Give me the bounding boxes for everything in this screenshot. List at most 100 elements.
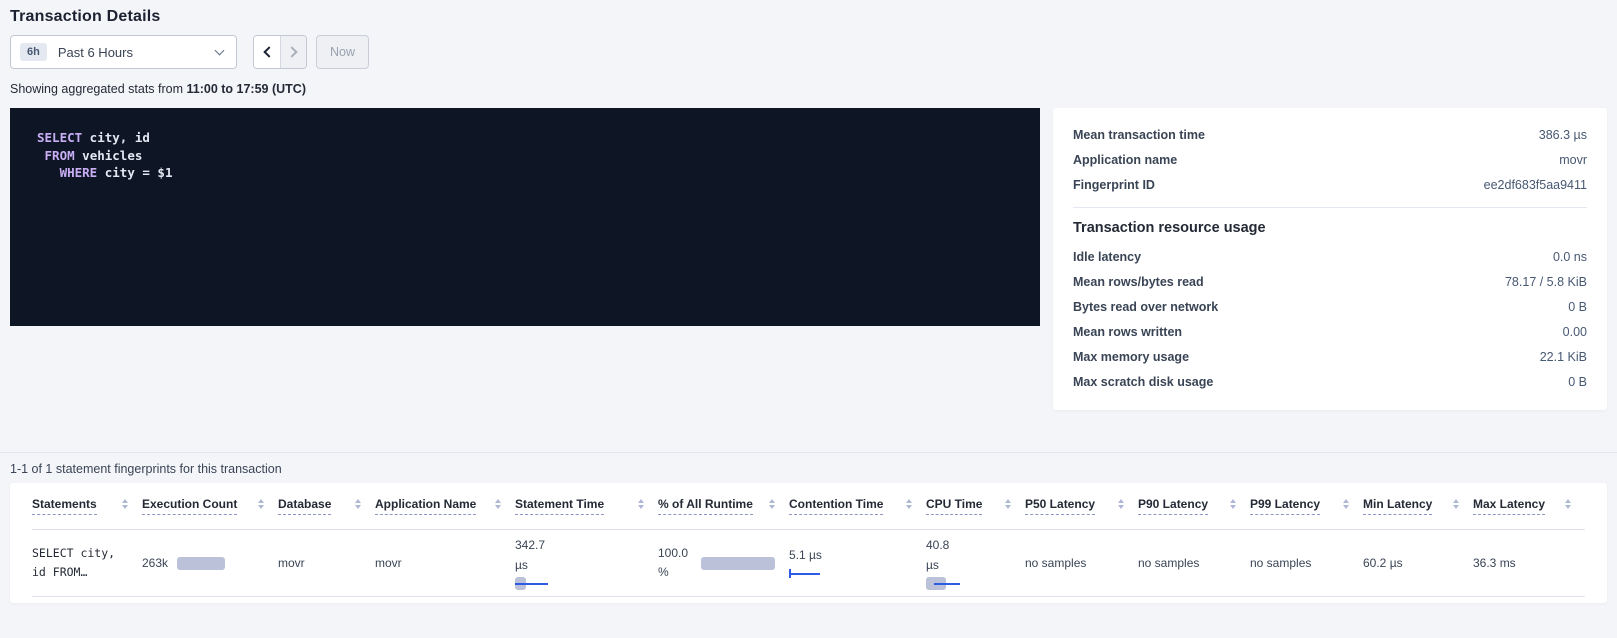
sort-icon[interactable]	[1453, 499, 1459, 509]
time-range-label: Past 6 Hours	[58, 45, 205, 60]
column-header-application-name[interactable]: Application Name	[375, 497, 515, 529]
cell-max-latency: 36.3 ms	[1473, 556, 1585, 570]
sql-keyword: SELECT	[37, 130, 82, 145]
column-header-p90-latency[interactable]: P90 Latency	[1138, 497, 1250, 529]
now-button[interactable]: Now	[316, 35, 369, 69]
resource-row-idle-latency: Idle latency 0.0 ns	[1073, 244, 1587, 269]
column-header-percent-of-all-runtime[interactable]: % of All Runtime	[658, 497, 789, 529]
sort-icon[interactable]	[638, 499, 644, 509]
cell-percent-of-all-runtime: 100.0 %	[658, 544, 789, 583]
resource-row-max-scratch-disk-usage: Max scratch disk usage 0 B	[1073, 369, 1587, 394]
time-range-dropdown[interactable]: 6h Past 6 Hours	[10, 35, 237, 69]
sql-keyword: FROM	[45, 148, 75, 163]
chevron-right-icon	[286, 46, 297, 57]
execution-count-bar	[177, 557, 225, 570]
summary-row-application-name: Application name movr	[1073, 147, 1587, 172]
resource-value: 0 B	[1568, 300, 1587, 314]
resource-label: Mean rows/bytes read	[1073, 275, 1204, 289]
cell-statement-fingerprint[interactable]: SELECT city, id FROM…	[32, 544, 142, 582]
transaction-summary-card: Mean transaction time 386.3 µs Applicati…	[1053, 108, 1607, 410]
stats-line-prefix: Showing aggregated stats from	[10, 82, 187, 96]
sort-icon[interactable]	[495, 499, 501, 509]
previous-time-window-button[interactable]	[254, 36, 280, 68]
summary-row-mean-transaction-time: Mean transaction time 386.3 µs	[1073, 122, 1587, 147]
summary-divider	[1073, 207, 1587, 208]
summary-value: ee2df683f5aa9411	[1484, 178, 1587, 192]
chevron-left-icon	[263, 46, 274, 57]
column-header-p50-latency[interactable]: P50 Latency	[1025, 497, 1138, 529]
resource-label: Bytes read over network	[1073, 300, 1218, 314]
sort-icon[interactable]	[906, 499, 912, 509]
sort-icon[interactable]	[1005, 499, 1011, 509]
page-title: Transaction Details	[10, 8, 1607, 26]
summary-value: 386.3 µs	[1539, 128, 1587, 142]
section-divider	[0, 452, 1617, 453]
next-time-window-button[interactable]	[280, 36, 306, 68]
time-toolbar: 6h Past 6 Hours Now	[10, 35, 1607, 69]
resource-value: 0 B	[1568, 375, 1587, 389]
cell-p99-latency: no samples	[1250, 556, 1363, 570]
cell-database: movr	[278, 556, 375, 570]
resource-label: Idle latency	[1073, 250, 1141, 264]
sort-icon[interactable]	[355, 499, 361, 509]
resource-row-max-memory-usage: Max memory usage 22.1 KiB	[1073, 344, 1587, 369]
resource-value: 78.17 / 5.8 KiB	[1505, 275, 1587, 289]
statement-time-bar	[515, 577, 549, 590]
table-row[interactable]: SELECT city, id FROM… 263k movr movr 342…	[32, 529, 1585, 597]
aggregated-stats-line: Showing aggregated stats from 11:00 to 1…	[10, 82, 1607, 96]
resource-row-mean-rows-bytes-read: Mean rows/bytes read 78.17 / 5.8 KiB	[1073, 269, 1587, 294]
resource-label: Max memory usage	[1073, 350, 1189, 364]
column-header-database[interactable]: Database	[278, 497, 375, 529]
cpu-time-bar	[926, 577, 963, 590]
column-header-max-latency[interactable]: Max Latency	[1473, 497, 1585, 529]
cell-contention-time: 5.1 µs	[789, 546, 926, 581]
summary-label: Fingerprint ID	[1073, 178, 1155, 192]
sort-icon[interactable]	[1565, 499, 1571, 509]
statements-table: Statements Execution Count Database Appl…	[10, 483, 1607, 603]
column-header-execution-count[interactable]: Execution Count	[142, 497, 278, 529]
statement-fingerprints-caption: 1-1 of 1 statement fingerprints for this…	[10, 462, 1607, 476]
chevron-down-icon	[215, 45, 225, 55]
time-window-arrows	[253, 35, 307, 69]
resource-label: Mean rows written	[1073, 325, 1182, 339]
runtime-bar	[701, 557, 775, 570]
sort-icon[interactable]	[122, 499, 128, 509]
contention-time-bar	[789, 567, 820, 580]
column-header-contention-time[interactable]: Contention Time	[789, 497, 926, 529]
resource-row-bytes-read-over-network: Bytes read over network 0 B	[1073, 294, 1587, 319]
column-header-statement-time[interactable]: Statement Time	[515, 497, 658, 529]
statements-table-header: Statements Execution Count Database Appl…	[10, 483, 1607, 529]
sort-icon[interactable]	[258, 499, 264, 509]
stats-line-range: 11:00 to 17:59 (UTC)	[187, 82, 306, 96]
column-header-min-latency[interactable]: Min Latency	[1363, 497, 1473, 529]
sql-statement-text: SELECT city, id FROM vehicles WHERE city…	[37, 129, 1013, 182]
summary-row-fingerprint-id: Fingerprint ID ee2df683f5aa9411	[1073, 172, 1587, 197]
sql-keyword: WHERE	[60, 165, 98, 180]
sort-icon[interactable]	[1230, 499, 1236, 509]
summary-label: Mean transaction time	[1073, 128, 1205, 142]
resource-label: Max scratch disk usage	[1073, 375, 1213, 389]
sql-statement-box: SELECT city, id FROM vehicles WHERE city…	[10, 108, 1040, 326]
cell-min-latency: 60.2 µs	[1363, 556, 1473, 570]
resource-value: 0.0 ns	[1553, 250, 1587, 264]
cell-p50-latency: no samples	[1025, 556, 1138, 570]
column-header-cpu-time[interactable]: CPU Time	[926, 497, 1025, 529]
resource-usage-heading: Transaction resource usage	[1073, 220, 1587, 236]
transaction-details-page: Transaction Details 6h Past 6 Hours Now …	[0, 0, 1617, 638]
cell-p90-latency: no samples	[1138, 556, 1250, 570]
column-header-statements[interactable]: Statements	[32, 497, 142, 529]
sort-icon[interactable]	[1343, 499, 1349, 509]
summary-value: movr	[1559, 153, 1587, 167]
cell-cpu-time: 40.8 µs	[926, 536, 1025, 590]
time-range-badge: 6h	[20, 43, 47, 61]
sort-icon[interactable]	[1118, 499, 1124, 509]
resource-value: 0.00	[1563, 325, 1587, 339]
main-content: SELECT city, id FROM vehicles WHERE city…	[10, 108, 1607, 410]
summary-label: Application name	[1073, 153, 1177, 167]
cell-application-name: movr	[375, 556, 515, 570]
sort-icon[interactable]	[769, 499, 775, 509]
resource-row-mean-rows-written: Mean rows written 0.00	[1073, 319, 1587, 344]
cell-statement-time: 342.7 µs	[515, 536, 658, 590]
column-header-p99-latency[interactable]: P99 Latency	[1250, 497, 1363, 529]
resource-value: 22.1 KiB	[1540, 350, 1587, 364]
